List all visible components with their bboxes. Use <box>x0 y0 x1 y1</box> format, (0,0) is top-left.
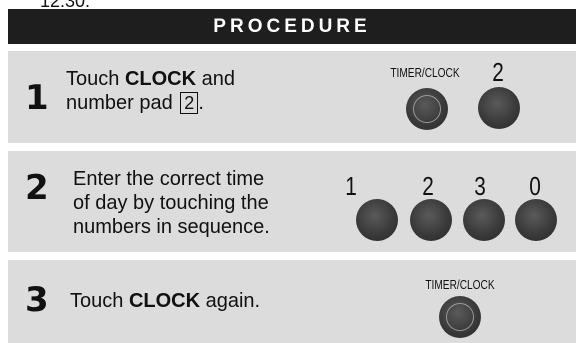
step-number: 3 <box>25 280 49 320</box>
digit-label: 0 <box>529 171 541 201</box>
digit-1-button[interactable] <box>356 199 398 241</box>
step-3-panel: 3 Touch CLOCK again. TIMER/CLOCK <box>8 260 576 343</box>
instruction-text: and <box>196 68 235 90</box>
instruction-keyword: CLOCK <box>124 68 197 90</box>
timer-clock-button[interactable] <box>406 88 448 130</box>
digit-label: 2 <box>492 57 504 87</box>
step-2-panel: 2 Enter the correct time of day by touch… <box>8 151 576 252</box>
timer-clock-label: TIMER/CLOCK <box>390 65 460 80</box>
step-3-instruction: Touch CLOCK again. <box>70 289 260 313</box>
instruction-text: . <box>198 92 204 114</box>
digit-label: 3 <box>474 171 486 201</box>
header-title: PROCEDURE <box>213 15 371 37</box>
digit-3-button[interactable] <box>463 199 505 241</box>
instruction-keyword: CLOCK <box>128 290 201 312</box>
digit-label: 1 <box>345 171 357 201</box>
digit-2-button[interactable] <box>478 87 520 129</box>
digit-label: 2 <box>422 171 434 201</box>
pad-number-box: 2 <box>180 92 199 114</box>
procedure-header: PROCEDURE <box>8 9 576 44</box>
instruction-line: numbers in sequence. <box>73 216 270 238</box>
instruction-text: again. <box>200 290 261 312</box>
digit-0-button[interactable] <box>515 199 557 241</box>
digit-2-button[interactable] <box>410 199 452 241</box>
step-1-instruction: Touch CLOCK and number pad 2. <box>66 67 235 115</box>
timer-clock-label: TIMER/CLOCK <box>425 277 495 292</box>
instruction-text: number pad <box>66 92 179 114</box>
timer-clock-button[interactable] <box>439 296 481 338</box>
instruction-line: Enter the correct time <box>73 168 265 190</box>
step-2-instruction: Enter the correct time of day by touchin… <box>73 167 270 239</box>
step-number: 2 <box>25 168 49 208</box>
instruction-line: of day by touching the <box>73 192 269 214</box>
step-number: 1 <box>25 78 49 118</box>
step-1-panel: 1 Touch CLOCK and number pad 2. TIMER/CL… <box>8 51 576 143</box>
instruction-text: Touch <box>66 68 125 90</box>
instruction-text: Touch <box>70 290 129 312</box>
